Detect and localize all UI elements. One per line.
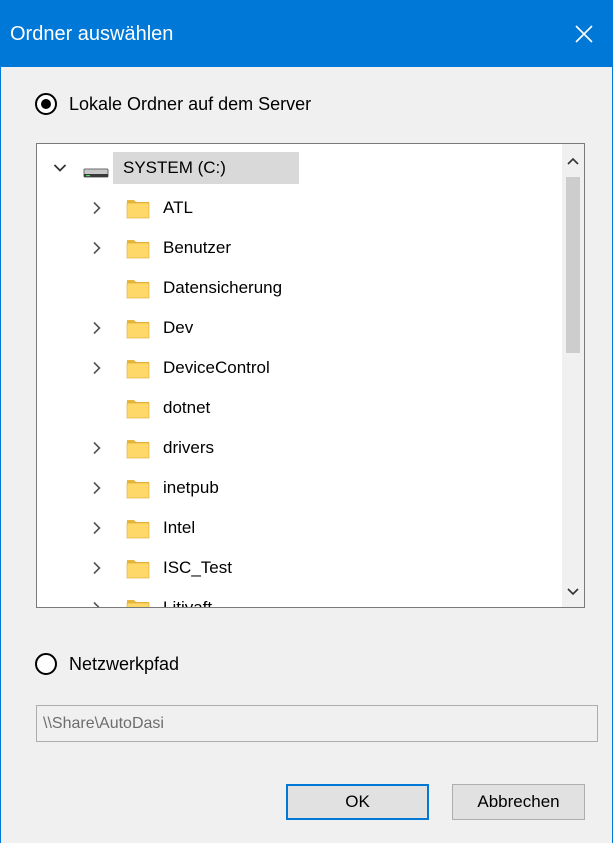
local-folders-option[interactable]: Lokale Ordner auf dem Server xyxy=(35,92,311,116)
tree-item-label: inetpub xyxy=(163,478,219,497)
folder-icon xyxy=(126,516,150,540)
folder-icon xyxy=(126,196,150,220)
tree-item-label: Litiyaft xyxy=(163,597,212,607)
tree-item[interactable]: Datensicherung xyxy=(37,270,564,306)
tree-item[interactable]: Benutzer xyxy=(37,230,564,266)
tree-root-row[interactable]: SYSTEM (C:) xyxy=(37,150,564,186)
network-path-field[interactable] xyxy=(36,705,598,742)
chevron-right-icon[interactable] xyxy=(87,470,105,506)
network-path-option[interactable]: Netzwerkpfad xyxy=(35,652,179,676)
title-bar: Ordner auswählen xyxy=(0,0,613,67)
tree-item-label: ATL xyxy=(163,198,193,217)
tree-item[interactable]: Litiyaft xyxy=(37,590,564,607)
folder-icon xyxy=(126,396,150,420)
dialog-title: Ordner auswählen xyxy=(10,23,174,45)
tree-item[interactable]: inetpub xyxy=(37,470,564,506)
tree-item[interactable]: Intel xyxy=(37,510,564,546)
folder-icon xyxy=(126,356,150,380)
scroll-up-button[interactable] xyxy=(562,148,584,174)
tree-item-label: dotnet xyxy=(163,398,211,417)
radio-selected-dot xyxy=(41,99,51,109)
folder-tree[interactable]: SYSTEM (C:) ATL Benutzer Datensicherung Dev… xyxy=(36,143,585,608)
tree-item[interactable]: Dev xyxy=(37,310,564,346)
network-path-radio[interactable] xyxy=(35,653,57,675)
tree-item[interactable]: DeviceControl xyxy=(37,350,564,386)
folder-icon xyxy=(126,556,150,580)
tree-item-label: ISC_Test xyxy=(163,558,232,577)
local-folders-radio[interactable] xyxy=(35,93,57,115)
local-folders-label: Lokale Ordner auf dem Server xyxy=(69,94,312,114)
folder-icon xyxy=(126,436,150,460)
tree-item-label: DeviceControl xyxy=(163,358,270,377)
scroll-down-button[interactable] xyxy=(562,579,584,605)
chevron-right-icon[interactable] xyxy=(87,550,105,586)
folder-icon xyxy=(126,236,150,260)
tree-item[interactable]: ATL xyxy=(37,190,564,226)
tree-item-label: Dev xyxy=(163,318,194,337)
scroll-thumb[interactable] xyxy=(566,177,580,353)
folder-icon xyxy=(126,276,150,300)
tree-root-label: SYSTEM (C:) xyxy=(123,158,226,177)
chevron-right-icon[interactable] xyxy=(87,590,105,607)
chevron-right-icon[interactable] xyxy=(87,310,105,346)
chevron-up-icon xyxy=(567,157,579,165)
chevron-right-icon[interactable] xyxy=(87,430,105,466)
chevron-down-icon[interactable] xyxy=(51,150,69,186)
chevron-right-icon[interactable] xyxy=(87,510,105,546)
tree-item[interactable]: drivers xyxy=(37,430,564,466)
folder-icon xyxy=(126,316,150,340)
chevron-right-icon[interactable] xyxy=(87,230,105,266)
tree-item[interactable]: ISC_Test xyxy=(37,550,564,586)
window-border-left xyxy=(0,67,1,843)
tree-item-label: Datensicherung xyxy=(163,278,283,297)
tree-item-label: Intel xyxy=(163,518,196,537)
chevron-down-icon xyxy=(567,588,579,596)
folder-icon xyxy=(126,476,150,500)
tree-item-label: drivers xyxy=(163,438,215,457)
ok-button[interactable]: OK xyxy=(286,784,429,820)
close-icon xyxy=(575,24,593,43)
drive-icon xyxy=(83,164,109,184)
cancel-button[interactable]: Abbrechen xyxy=(452,784,585,820)
tree-item[interactable]: dotnet xyxy=(37,390,564,426)
chevron-right-icon[interactable] xyxy=(87,350,105,386)
tree-item-label: Benutzer xyxy=(163,238,232,257)
chevron-right-icon[interactable] xyxy=(87,190,105,226)
folder-icon xyxy=(126,596,150,607)
vertical-scrollbar[interactable] xyxy=(562,144,584,607)
folder-tree-viewport: SYSTEM (C:) ATL Benutzer Datensicherung Dev… xyxy=(37,144,564,607)
close-button[interactable] xyxy=(555,0,613,67)
network-path-label: Netzwerkpfad xyxy=(69,654,180,674)
